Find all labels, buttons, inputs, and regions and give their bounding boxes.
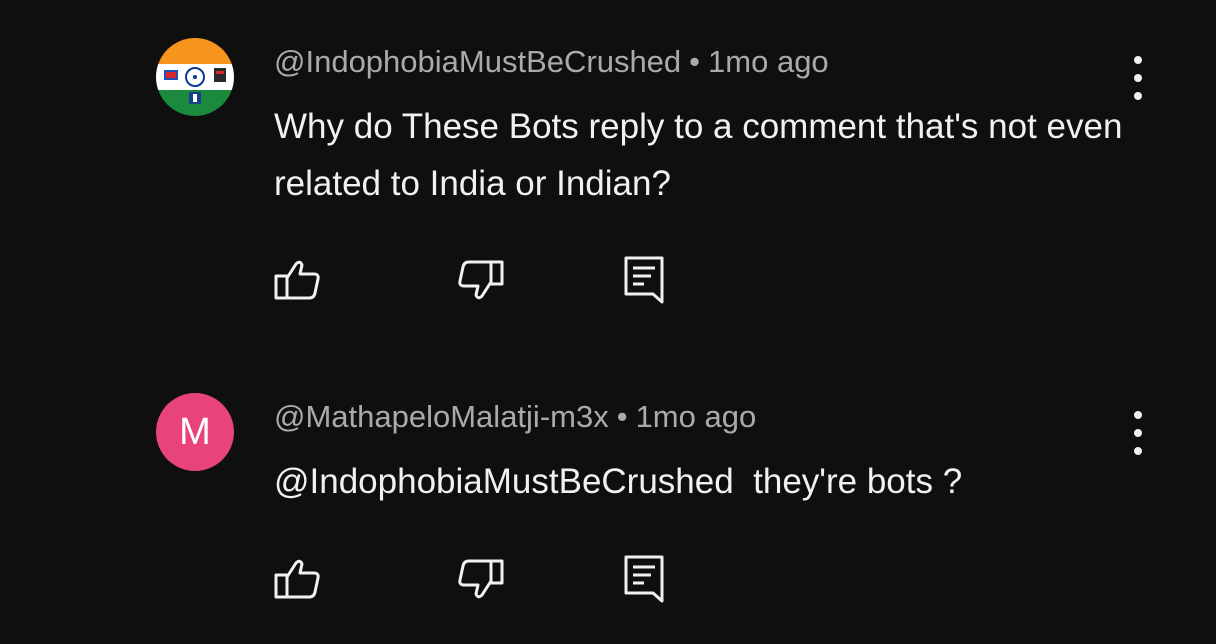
thumbs-down-icon <box>458 260 504 300</box>
more-options-button[interactable] <box>1122 56 1154 100</box>
like-button[interactable] <box>272 254 324 306</box>
avatar[interactable] <box>156 38 234 116</box>
comment-actions <box>272 254 692 306</box>
more-options-button[interactable] <box>1122 411 1154 455</box>
more-dot <box>1134 429 1142 437</box>
comment-author[interactable]: @MathapeloMalatji-m3x <box>274 399 609 434</box>
thumbs-up-icon <box>274 559 320 599</box>
avatar[interactable]: M <box>156 393 234 471</box>
comment-meta: @MathapeloMalatji-m3x • 1mo ago <box>274 399 756 435</box>
comment-actions <box>272 553 692 605</box>
flag-avatar-icon <box>156 38 234 116</box>
reply-button[interactable] <box>618 254 670 306</box>
comments-page: @IndophobiaMustBeCrushed • 1mo ago Why do … <box>0 0 1216 644</box>
dislike-button[interactable] <box>454 254 506 306</box>
comment-text: Why do These Bots reply to a comment tha… <box>274 107 1123 203</box>
dislike-button[interactable] <box>454 553 506 605</box>
meta-separator: • <box>616 399 628 434</box>
reply-button[interactable] <box>618 553 670 605</box>
more-dot <box>1134 447 1142 455</box>
comment-author[interactable]: @IndophobiaMustBeCrushed <box>274 44 681 79</box>
comment-reply-icon <box>624 555 664 603</box>
more-vertical-icon <box>1134 411 1142 419</box>
more-vertical-icon <box>1134 56 1142 64</box>
thumbs-up-icon <box>274 260 320 300</box>
comment-reply-icon <box>624 256 664 304</box>
comment-text: @IndophobiaMustBeCrushed they're bots ? <box>274 462 963 501</box>
comment-time[interactable]: 1mo ago <box>636 399 757 434</box>
like-button[interactable] <box>272 553 324 605</box>
avatar-letter: M <box>179 410 211 453</box>
more-dot <box>1134 74 1142 82</box>
thumbs-down-icon <box>458 559 504 599</box>
meta-separator: • <box>689 44 701 79</box>
comment-time[interactable]: 1mo ago <box>708 44 829 79</box>
comment-meta: @IndophobiaMustBeCrushed • 1mo ago <box>274 44 829 80</box>
more-dot <box>1134 92 1142 100</box>
